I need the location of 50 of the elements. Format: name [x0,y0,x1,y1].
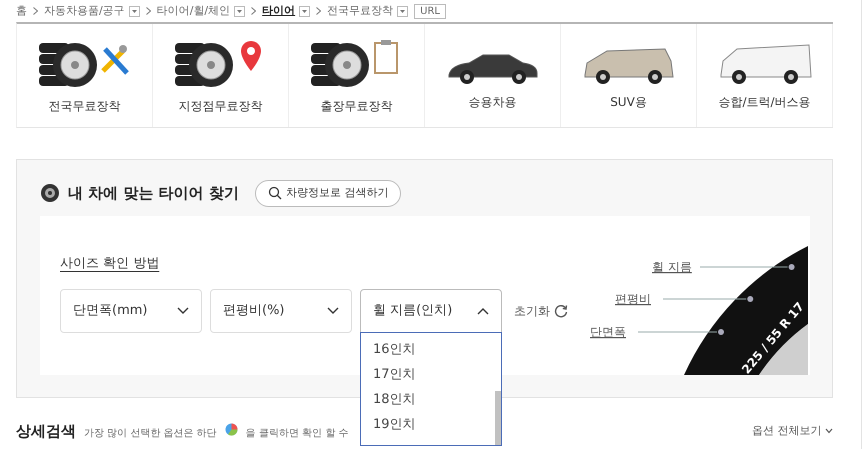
reset-button[interactable]: 초기화 [514,302,568,320]
dropdown-toggle-icon[interactable] [234,6,246,16]
tire-icon [40,183,60,204]
chevron-down-icon [327,307,339,315]
dropdown-option[interactable]: 17인치 [361,362,493,387]
chevron-right-icon [33,7,38,15]
pie-chart-icon [224,423,238,436]
breadcrumb-link[interactable]: 전국무료장착 [327,2,394,20]
dropdown-toggle-icon[interactable] [128,6,140,16]
section-title: 상세검색 [16,421,76,442]
category-label: SUV용 [610,94,647,110]
diagram-label: 휠 지름 [652,260,692,274]
dropdown-toggle-icon[interactable] [299,6,310,16]
dropdown-toggle-icon[interactable] [397,6,408,16]
marker-dot [718,328,724,334]
diagram-label: 편평비 [615,292,651,306]
chevron-right-icon [316,7,322,15]
section-title: 내 차에 맞는 타이어 찾기 [68,183,239,204]
dropdown-option[interactable]: 16인치 [361,337,493,362]
scrollbar-thumb[interactable] [495,391,501,445]
category-label: 출장무료장착 [320,98,392,114]
dropdown-option[interactable]: 18인치 [361,387,493,412]
breadcrumb-link[interactable]: 타이어 [262,2,296,20]
chevron-right-icon [251,7,256,15]
chevron-down-icon [825,428,833,434]
hint-text: 을 클릭하면 확인 할 수 [246,427,348,441]
chevron-down-icon [177,307,189,315]
breadcrumb-link[interactable]: 타이어/휠/체인 [156,2,230,20]
search-icon [268,186,282,200]
vehicle-search-button[interactable]: 차량정보로 검색하기 [254,180,402,206]
hint-text: 가장 많이 선택한 옵션은 하단 [84,427,217,441]
chevron-right-icon [146,7,151,15]
marker-dot [747,296,754,302]
dropdown-option[interactable]: 19인치 [361,412,493,437]
marker-dot [788,264,795,270]
breadcrumb-link[interactable]: 홈 [16,2,27,20]
breadcrumb-link[interactable]: 자동차용품/공구 [44,2,125,20]
url-button[interactable]: URL [414,4,446,18]
category-label: 승용차용 [468,94,516,110]
select-field[interactable]: 편평비(%) [210,289,352,333]
view-all-button[interactable]: 옵션 전체보기 [752,423,833,440]
diagram-label: 단면폭 [590,324,626,338]
category-label: 지정점무료장착 [178,98,262,114]
select-field[interactable]: 단면폭(mm) [60,289,202,333]
category-label: 전국무료장착 [48,98,120,114]
chevron-up-icon [477,307,489,315]
size-help-link[interactable]: 사이즈 확인 방법 [60,254,160,273]
select-field[interactable]: 휠 지름(인치) [360,289,502,333]
category-label: 승합/트럭/버스용 [718,94,811,110]
refresh-icon [554,304,568,318]
